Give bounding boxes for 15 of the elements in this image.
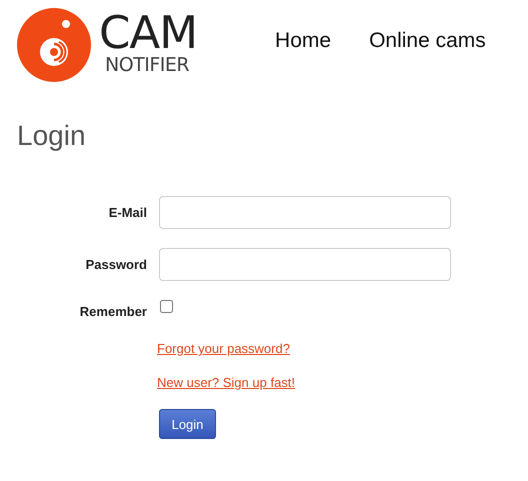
input-field[interactable] bbox=[159, 248, 451, 281]
input-field[interactable] bbox=[159, 196, 451, 229]
logo-title: CAM bbox=[99, 11, 198, 55]
text-link[interactable]: New user? Sign up fast! bbox=[157, 375, 296, 390]
logo-subtitle: NOTIFIER bbox=[105, 55, 190, 75]
remember-checkbox[interactable] bbox=[160, 300, 173, 313]
remember-label: Remember bbox=[78, 304, 147, 318]
page-heading: Login bbox=[17, 120, 87, 152]
login-button[interactable]: Login bbox=[159, 409, 216, 439]
field-label: E-Mail bbox=[108, 205, 147, 220]
nav-link[interactable]: Online cams bbox=[369, 29, 486, 53]
text-link[interactable]: Forgot your password? bbox=[157, 341, 290, 356]
logo-icon bbox=[17, 8, 91, 82]
nav-link[interactable]: Home bbox=[275, 29, 332, 53]
field-label: Password bbox=[84, 257, 147, 272]
